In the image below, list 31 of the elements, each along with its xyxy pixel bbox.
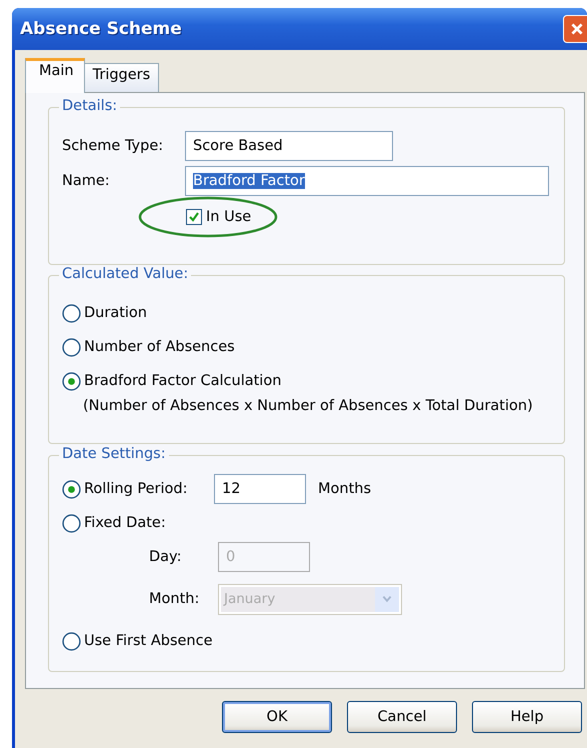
field-label: Day: [149, 549, 182, 565]
input-field[interactable]: Score Based [185, 131, 393, 161]
radio-button[interactable] [62, 338, 81, 356]
unit-label: Months [318, 481, 372, 497]
field-label: Month: [149, 591, 200, 607]
dialog-button[interactable]: OK [222, 701, 332, 733]
radio-button[interactable] [62, 372, 81, 390]
field-label: Name: [62, 173, 111, 189]
radio-button[interactable] [62, 632, 81, 650]
field-label: Scheme Type: [62, 138, 164, 154]
radio-label: Use First Absence [84, 633, 213, 649]
radio-label: Fixed Date: [84, 515, 166, 531]
tab[interactable]: Main [25, 58, 85, 93]
input-field[interactable]: 12 [214, 474, 306, 504]
radio-label: Bradford Factor Calculation [84, 373, 282, 389]
radio-button[interactable] [62, 480, 81, 498]
group-label: Date Settings: [59, 446, 169, 462]
input-field[interactable]: Bradford Factor [185, 166, 549, 196]
dialog-button[interactable]: Cancel [347, 701, 457, 733]
dialog-button[interactable]: Help [472, 701, 582, 733]
radio-button[interactable] [62, 304, 81, 322]
radio-label: Rolling Period: [84, 481, 188, 497]
checkbox[interactable] [186, 209, 202, 225]
tab[interactable]: Triggers [84, 63, 160, 92]
radio-label: Duration [84, 305, 147, 321]
close-button[interactable] [563, 15, 587, 43]
formula-text: (Number of Absences x Number of Absences x Total Duration) [82, 398, 534, 414]
radio-label: Number of Absences [84, 339, 235, 355]
window-title: Absence Scheme [20, 19, 182, 39]
close-icon [569, 21, 585, 37]
checkbox-label: In Use [206, 209, 252, 225]
